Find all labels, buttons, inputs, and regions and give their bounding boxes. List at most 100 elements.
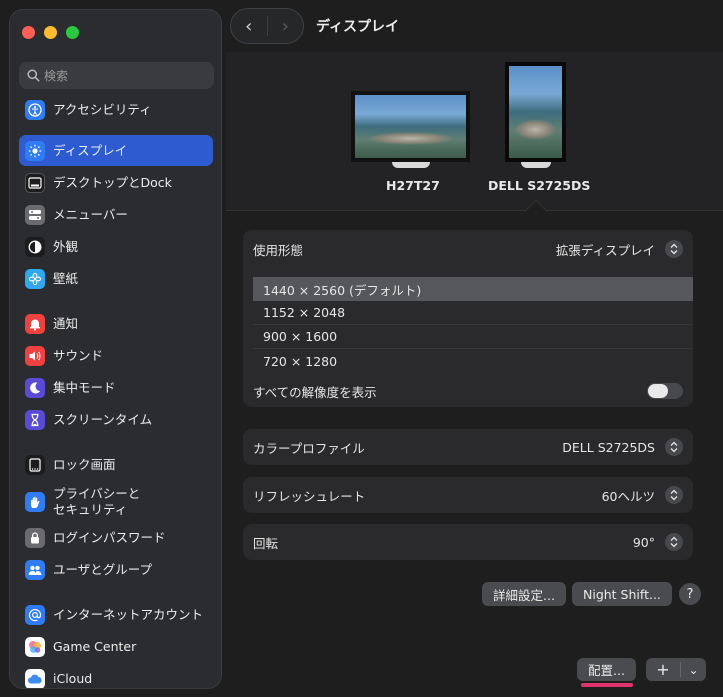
page-title: ディスプレイ xyxy=(316,19,400,35)
toolbar: ‹ › ディスプレイ xyxy=(230,8,399,44)
monitor-label: DELL S2725DS xyxy=(488,178,591,193)
search-icon xyxy=(27,69,40,82)
updown-chevron-icon xyxy=(665,486,683,504)
sidebar-item-icloud[interactable]: iCloud xyxy=(19,663,213,688)
refresh-rate-label: リフレッシュレート xyxy=(253,488,366,504)
sidebar-search[interactable] xyxy=(19,62,214,89)
sidebar-item-menubar[interactable]: メニューバー xyxy=(19,199,213,230)
hourglass-icon xyxy=(25,409,45,430)
chevron-left-icon: ‹ xyxy=(245,15,253,37)
sidebar-item-users-groups[interactable]: ユーザとグループ xyxy=(19,554,213,585)
refresh-rate-row: リフレッシュレート 60ヘルツ xyxy=(243,477,693,513)
refresh-rate-select[interactable]: 60ヘルツ xyxy=(602,486,683,505)
usage-select[interactable]: 拡張ディスプレイ xyxy=(556,240,683,259)
sidebar-item-label: ディスプレイ xyxy=(53,142,128,158)
updown-chevron-icon xyxy=(665,533,683,551)
lock-screen-icon xyxy=(25,454,45,475)
sidebar-item-label: 集中モード xyxy=(53,379,116,395)
sidebar-item-focus[interactable]: 集中モード xyxy=(19,372,213,403)
sidebar-item-privacy-security[interactable]: プライバシーと セキュリティ xyxy=(19,481,213,523)
monitor-stand xyxy=(391,162,430,168)
rotation-panel: 回転 90° xyxy=(243,524,693,560)
wallpaper-icon xyxy=(25,268,45,289)
appearance-icon xyxy=(25,236,45,257)
at-icon xyxy=(25,604,45,625)
sidebar-item-lock-screen[interactable]: ロック画面 xyxy=(19,449,213,480)
refresh-rate-panel: リフレッシュレート 60ヘルツ xyxy=(243,477,693,513)
sidebar-item-label: 壁紙 xyxy=(53,270,79,286)
sidebar-item-login-password[interactable]: ログインパスワード xyxy=(19,522,213,553)
rotation-select[interactable]: 90° xyxy=(633,533,683,551)
resolution-option[interactable]: 1440 × 2560 (デフォルト) xyxy=(253,277,693,301)
sidebar-item-screen-time[interactable]: スクリーンタイム xyxy=(19,404,213,435)
back-button[interactable]: ‹ xyxy=(231,9,267,43)
sidebar-item-internet-accounts[interactable]: インターネットアカウント xyxy=(19,599,213,630)
advanced-settings-button[interactable]: 詳細設定... xyxy=(482,582,566,606)
rotation-value: 90° xyxy=(632,534,655,550)
forward-button[interactable]: › xyxy=(268,9,304,43)
close-window-button[interactable] xyxy=(22,26,35,39)
show-all-resolutions-row: すべての解像度を表示 xyxy=(243,377,693,405)
resolution-option[interactable]: 1152 × 2048 xyxy=(253,301,693,325)
lock-icon xyxy=(25,527,45,548)
color-profile-value: DELL S2725DS xyxy=(562,439,655,455)
sidebar-item-label: サウンド xyxy=(53,347,104,363)
search-input[interactable] xyxy=(44,68,204,83)
sidebar-item-label: スクリーンタイム xyxy=(53,411,153,427)
zoom-window-button[interactable] xyxy=(66,26,79,39)
monitor-dell-s2725ds[interactable] xyxy=(505,62,566,168)
monitor-h27t27[interactable] xyxy=(351,91,470,168)
monitor-screen xyxy=(505,62,566,162)
sidebar-item-label: メニューバー xyxy=(53,206,128,222)
help-button[interactable]: ? xyxy=(679,583,701,605)
sidebar-item-label: デスクトップとDock xyxy=(53,174,172,190)
sidebar-item-sound[interactable]: サウンド xyxy=(19,340,213,371)
rotation-label: 回転 xyxy=(253,535,279,551)
moon-icon xyxy=(25,377,45,398)
display-arrangement: H27T27 DELL S2725DS xyxy=(226,52,723,210)
sidebar-item-label: ユーザとグループ xyxy=(53,561,153,577)
sidebar: アクセシビリティ ディスプレイ デスクトップとDock メニューバー 外観 xyxy=(9,9,222,689)
sidebar-item-appearance[interactable]: 外観 xyxy=(19,231,213,262)
monitor-screen xyxy=(351,91,470,162)
sidebar-item-label: アクセシビリティ xyxy=(53,101,152,117)
display-brightness-icon xyxy=(25,140,45,161)
sidebar-item-desktop-dock[interactable]: デスクトップとDock xyxy=(19,167,213,198)
arrange-button[interactable]: 配置... xyxy=(577,658,636,681)
usage-value: 拡張ディスプレイ xyxy=(555,242,655,258)
sidebar-item-label: ロック画面 xyxy=(53,456,116,472)
updown-chevron-icon xyxy=(665,240,683,258)
show-all-resolutions-label: すべての解像度を表示 xyxy=(253,384,377,400)
users-icon xyxy=(25,559,45,580)
sidebar-item-label: iCloud xyxy=(53,670,93,686)
night-shift-button[interactable]: Night Shift... xyxy=(572,582,672,606)
resolution-option[interactable]: 720 × 1280 xyxy=(253,349,693,373)
sidebar-item-wallpaper[interactable]: 壁紙 xyxy=(19,263,213,294)
sidebar-item-notifications[interactable]: 通知 xyxy=(19,308,213,339)
sidebar-item-label: プライバシーと セキュリティ xyxy=(53,486,141,517)
color-profile-select[interactable]: DELL S2725DS xyxy=(562,438,683,456)
menubar-icon xyxy=(25,204,45,225)
sidebar-item-game-center[interactable]: Game Center xyxy=(19,631,213,662)
usage-row: 使用形態 拡張ディスプレイ xyxy=(243,230,693,268)
display-settings: 使用形態 拡張ディスプレイ 1440 × 2560 (デフォルト) 1152 ×… xyxy=(226,199,723,697)
minimize-window-button[interactable] xyxy=(44,26,57,39)
add-display-button[interactable]: + xyxy=(646,660,680,679)
resolution-panel: 使用形態 拡張ディスプレイ 1440 × 2560 (デフォルト) 1152 ×… xyxy=(243,230,693,407)
monitor-stand xyxy=(520,162,551,168)
window-controls xyxy=(22,26,79,39)
sidebar-item-label: ログインパスワード xyxy=(53,529,166,545)
sidebar-item-display[interactable]: ディスプレイ xyxy=(19,135,213,166)
cloud-icon xyxy=(25,668,45,688)
resolution-option[interactable]: 900 × 1600 xyxy=(253,325,693,349)
chevron-down-icon[interactable]: ⌄ xyxy=(681,664,706,676)
hand-icon xyxy=(25,492,45,512)
history-nav: ‹ › xyxy=(230,8,304,44)
refresh-rate-value: 60ヘルツ xyxy=(601,488,655,504)
resolution-list: 1440 × 2560 (デフォルト) 1152 × 2048 900 × 16… xyxy=(253,277,693,373)
show-all-resolutions-toggle[interactable] xyxy=(647,383,683,399)
rotation-row: 回転 90° xyxy=(243,524,693,560)
sidebar-item-accessibility[interactable]: アクセシビリティ xyxy=(19,94,213,125)
color-profile-row: カラープロファイル DELL S2725DS xyxy=(243,429,693,465)
game-center-icon xyxy=(25,636,45,657)
